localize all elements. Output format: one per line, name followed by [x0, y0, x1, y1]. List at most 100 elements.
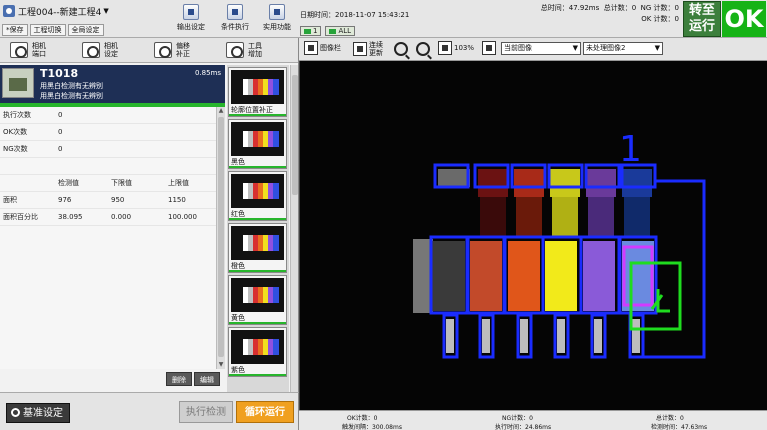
- datetime: 日期时间：2018-11-07 15:43:21: [300, 11, 410, 19]
- status-total-count: 总计数：0: [656, 415, 684, 422]
- conditional-exec-button[interactable]: 条件执行: [216, 4, 254, 36]
- tool-thumb-contour[interactable]: 轮廓位置补正: [228, 67, 287, 117]
- zoom-out-icon: [416, 42, 430, 56]
- selected-tool-header[interactable]: T1018 0.85ms 用黑白检测有无辨别 用黑白检测有无辨别: [0, 65, 225, 103]
- fit-screen-icon: [438, 41, 452, 55]
- tool-thumb-black[interactable]: 黑色: [228, 119, 287, 169]
- thumb-color-bar: [273, 131, 279, 147]
- tool-thumbnail-list: 轮廓位置补正 黑色 红色 橙色 黄色 紫色: [227, 65, 289, 392]
- flag-all: ALL: [325, 26, 356, 36]
- utility-button[interactable]: 实用功能: [258, 4, 296, 36]
- save-button[interactable]: *保存: [2, 24, 28, 36]
- project-switch-button[interactable]: 工程切换: [29, 24, 66, 36]
- tool-thumb-image: [231, 330, 284, 364]
- utility-label: 实用功能: [263, 23, 291, 31]
- execute-inspection-button[interactable]: 执行检测: [179, 401, 233, 423]
- switch-to-run-button[interactable]: 转至运行: [683, 1, 721, 37]
- tool-thumb-purple[interactable]: 紫色: [228, 327, 287, 377]
- tool-panel-toolbar: 相机 端口 相机 设定 偏移 补正 工具 增加: [0, 38, 298, 63]
- zoom-out-button[interactable]: [416, 42, 430, 56]
- tool-panel: 相机 端口 相机 设定 偏移 补正 工具 增加 T1018 0.85ms 用黑白检测有无…: [0, 38, 299, 392]
- branch-icon: [227, 4, 243, 20]
- layers-icon: [304, 41, 318, 55]
- status-trigger-interval: 触发间隔：300.08ms: [342, 424, 402, 430]
- result-ok-badge: OK: [722, 1, 766, 37]
- tool-thumb-image: [231, 122, 284, 156]
- thumb-scroll-thumb[interactable]: [292, 75, 298, 195]
- tool-thumb-image: [231, 226, 284, 260]
- output-icon: [183, 4, 199, 20]
- chevron-down-icon: ▼: [103, 7, 109, 15]
- camera-icon: [10, 42, 28, 58]
- continuous-refresh-button[interactable]: 连续 更新: [353, 41, 383, 57]
- app-window: 工程004--新建工程4 ▼ *保存 工程切换 全局设定 输出设定 条件执行 实…: [0, 0, 767, 430]
- measure-row-area: 面积 976 950 1150: [0, 192, 216, 209]
- refresh-icon: [353, 42, 367, 56]
- thumb-color-bar: [273, 339, 279, 355]
- edit-button[interactable]: 编辑: [194, 372, 220, 386]
- status-flags: 1 ALL: [300, 26, 356, 36]
- project-selector[interactable]: 工程004--新建工程4 ▼: [3, 3, 109, 19]
- tools-icon: [269, 4, 285, 20]
- viewer-toolbar: 图像栏 连续 更新 103% 当前图像 ▼ 未处理图像2 ▼: [299, 38, 767, 61]
- fit-zoom-button[interactable]: 103%: [438, 41, 474, 55]
- pan-button[interactable]: [482, 41, 496, 55]
- tool-id: T1018: [40, 67, 79, 80]
- image-layers-button[interactable]: 图像栏: [304, 41, 341, 55]
- inspection-image: 1: [300, 61, 767, 410]
- file-buttons: *保存 工程切换 全局设定: [2, 24, 104, 36]
- tool-thumb-red[interactable]: 红色: [228, 171, 287, 221]
- stat-row-ng: NG次数 0: [0, 141, 216, 158]
- status-exec-time: 执行时间：24.86ms: [495, 424, 552, 430]
- zoom-level: 103%: [454, 44, 475, 52]
- global-settings-button[interactable]: 全局设定: [67, 24, 104, 36]
- image-viewer[interactable]: 1: [299, 61, 767, 410]
- tool-thumbnail-icon: [2, 68, 34, 98]
- status-ng-count: NG计数：0: [502, 415, 533, 422]
- baseline-settings-button[interactable]: 基准设定: [6, 403, 70, 423]
- offset-correction-button[interactable]: 偏移 补正: [144, 38, 216, 62]
- thumb-scrollbar[interactable]: [290, 65, 298, 392]
- total-time: 总时间：47.92ms: [540, 4, 600, 12]
- camera-settings-button[interactable]: 相机 设定: [72, 38, 144, 62]
- image-process-select[interactable]: 未处理图像2 ▼: [583, 42, 663, 55]
- offset-icon: [154, 42, 172, 58]
- tool-thumb-orange[interactable]: 橙色: [228, 223, 287, 273]
- region-marker: 1: [619, 129, 642, 170]
- zoom-in-icon: [394, 42, 408, 56]
- tool-thumb-image: [231, 70, 284, 104]
- output-settings-button[interactable]: 输出设定: [172, 4, 210, 36]
- spacer-row: [0, 158, 216, 175]
- project-icon: [3, 5, 15, 17]
- status-detect-time: 检测时间：47.63ms: [651, 424, 708, 430]
- crop-icon: [482, 41, 496, 55]
- gear-icon: [11, 408, 20, 417]
- tool-results: 执行次数 0 OK次数 0 NG次数 0 检测值 下限值 上限值 面积 976: [0, 107, 216, 369]
- stat-row-ok: OK次数 0: [0, 124, 216, 141]
- tool-thumb-image: [231, 174, 284, 208]
- scroll-down-icon[interactable]: ▼: [218, 362, 224, 368]
- status-ok-count: OK计数：0: [347, 415, 378, 422]
- ng-count: NG 计数：0: [640, 4, 679, 12]
- stat-row-exec: 执行次数 0: [0, 107, 216, 124]
- results-scrollbar[interactable]: ▲ ▼: [216, 107, 225, 369]
- image-source-select[interactable]: 当前图像 ▼: [501, 42, 581, 55]
- tool-name-primary: 用黑白检测有无辨别: [40, 82, 103, 90]
- loop-run-button[interactable]: 循环运行: [236, 401, 294, 423]
- flag-icon: [304, 28, 311, 34]
- add-tool-button[interactable]: 工具 增加: [216, 38, 288, 62]
- zoom-in-button[interactable]: [394, 42, 408, 56]
- chevron-down-icon: ▼: [572, 44, 578, 52]
- conditional-exec-label: 条件执行: [221, 23, 249, 31]
- camera-port-button[interactable]: 相机 端口: [0, 38, 72, 62]
- tool-name-secondary: 用黑白检测有无辨别: [40, 92, 103, 100]
- scroll-up-icon[interactable]: ▲: [218, 108, 224, 114]
- viewer-status-bar: OK计数：0 触发间隔：300.08ms NG计数：0 执行时间：24.86ms…: [299, 410, 767, 430]
- measure-row-area-percent: 面积百分比 38.095 0.000 100.000: [0, 209, 216, 226]
- delete-button[interactable]: 删除: [166, 372, 192, 386]
- results-scroll-thumb[interactable]: [218, 117, 224, 357]
- flag-icon: [329, 28, 337, 34]
- tool-thumb-yellow[interactable]: 黄色: [228, 275, 287, 325]
- project-name: 工程004--新建工程4: [18, 7, 102, 18]
- camera-settings-icon: [82, 42, 100, 58]
